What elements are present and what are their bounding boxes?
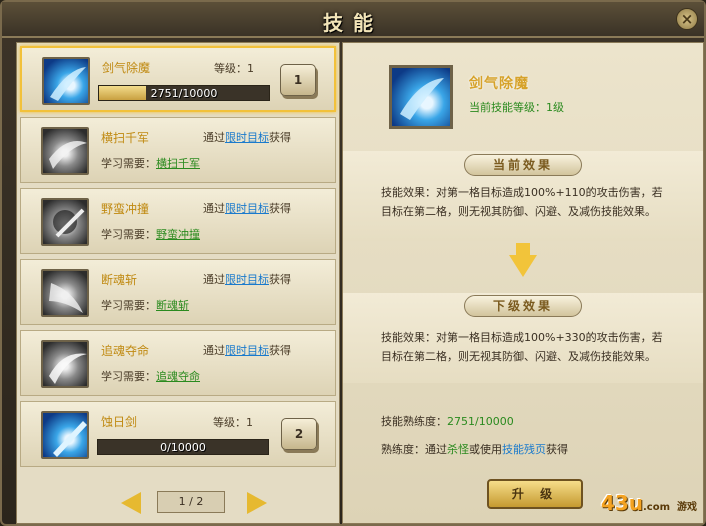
gray-slash-icon [41, 269, 89, 317]
requirement-text: 学习需要：野蛮冲撞 [101, 228, 200, 241]
current-effect-header: 当前效果 [464, 154, 582, 176]
skill-detail-panel: 剑气除魔 当前技能等级：1级 当前效果 技能效果：对第一格目标造成100%+11… [342, 42, 704, 524]
requirement-text: 学习需要：断魂斩 [101, 299, 189, 312]
skill-row-shirijian[interactable]: 蚀日剑 等级：1 0/10000 2 [20, 401, 336, 467]
requirement-link[interactable]: 追魂夺命 [156, 370, 200, 383]
skill-row-duanhunzhan[interactable]: 断魂斩 通过限时目标获得 学习需要：断魂斩 [20, 259, 336, 325]
window-title: 技能 [323, 11, 383, 35]
skill-list-panel: 剑气除魔 等级：1 2751/10000 1 横扫千军 通过限时目标获得 学习需… [16, 42, 340, 524]
skill-row-jianqichumo[interactable]: 剑气除魔 等级：1 2751/10000 1 [20, 46, 336, 112]
down-arrow-icon [509, 255, 537, 277]
prev-page-arrow-icon[interactable] [121, 492, 141, 514]
site-watermark: 43u.com 游戏 [600, 491, 697, 515]
skill-name: 蚀日剑 [101, 415, 138, 429]
slot-button-2[interactable]: 2 [281, 418, 317, 450]
page-indicator: 1 / 2 [157, 491, 225, 513]
requirement-link[interactable]: 横扫千军 [156, 157, 200, 170]
slot-button-1[interactable]: 1 [280, 64, 316, 96]
kill-monster-link[interactable]: 杀怪 [447, 443, 469, 456]
skill-row-zhuihunduoming[interactable]: 追魂夺命 通过限时目标获得 学习需要：追魂夺命 [20, 330, 336, 396]
skill-name: 断魂斩 [101, 273, 138, 287]
limited-goal-link[interactable]: 限时目标 [225, 273, 269, 286]
blue-swirl-icon [42, 57, 90, 105]
acquire-text: 通过限时目标获得 [203, 273, 291, 286]
requirement-link[interactable]: 断魂斩 [156, 299, 189, 312]
blue-sword-icon [41, 411, 89, 459]
skill-name: 野蛮冲撞 [101, 202, 150, 216]
xp-text: 0/10000 [160, 441, 206, 454]
limited-goal-link[interactable]: 限时目标 [225, 344, 269, 357]
requirement-link[interactable]: 野蛮冲撞 [156, 228, 200, 241]
skill-name: 横扫千军 [101, 131, 150, 145]
upgrade-button[interactable]: 升 级 [487, 479, 583, 509]
skill-name: 追魂夺命 [101, 344, 150, 358]
gray-charge-icon [41, 198, 89, 246]
skill-row-yemanchongzhuang[interactable]: 野蛮冲撞 通过限时目标获得 学习需要：野蛮冲撞 [20, 188, 336, 254]
proficiency-value: 2751/10000 [447, 415, 514, 428]
gray-swirl-icon [41, 340, 89, 388]
close-button[interactable]: × [676, 8, 698, 30]
limited-goal-link[interactable]: 限时目标 [225, 202, 269, 215]
skill-page-link[interactable]: 技能残页 [502, 443, 546, 456]
detail-skill-icon [389, 65, 453, 129]
skill-row-hengsaoqianjun[interactable]: 横扫千军 通过限时目标获得 学习需要：横扫千军 [20, 117, 336, 183]
next-page-arrow-icon[interactable] [247, 492, 267, 514]
acquire-text: 通过限时目标获得 [203, 344, 291, 357]
skill-level: 等级：1 [214, 62, 254, 75]
xp-text: 2751/10000 [150, 87, 218, 100]
requirement-text: 学习需要：追魂夺命 [101, 370, 200, 383]
next-effect-header: 下级效果 [464, 295, 582, 317]
skill-window: 技能 × 剑气除魔 等级：1 2751/10000 1 横扫千军 通过限时目标获… [0, 0, 706, 526]
pager: 1 / 2 [121, 490, 267, 516]
current-effect-text: 技能效果：对第一格目标造成100%+110的攻击伤害，若目标在第二格，则无视其防… [381, 186, 663, 218]
acquire-text: 通过限时目标获得 [203, 202, 291, 215]
gray-slash-icon [41, 127, 89, 175]
title-bar: 技能 × [2, 2, 704, 38]
limited-goal-link[interactable]: 限时目标 [225, 131, 269, 144]
skill-name: 剑气除魔 [102, 61, 151, 75]
xp-bar: 0/10000 [97, 439, 269, 455]
detail-skill-name: 剑气除魔 [469, 76, 529, 92]
acquire-text: 通过限时目标获得 [203, 131, 291, 144]
proficiency-line: 技能熟练度：2751/10000 [381, 415, 514, 428]
detail-skill-level: 当前技能等级：1级 [469, 101, 564, 114]
xp-bar: 2751/10000 [98, 85, 270, 101]
proficiency-tip: 熟练度：通过杀怪或使用技能残页获得 [381, 443, 568, 456]
skill-level: 等级：1 [213, 416, 253, 429]
next-effect-text: 技能效果：对第一格目标造成100%+330的攻击伤害，若目标在第二格，则无视其防… [381, 331, 663, 363]
requirement-text: 学习需要：横扫千军 [101, 157, 200, 170]
